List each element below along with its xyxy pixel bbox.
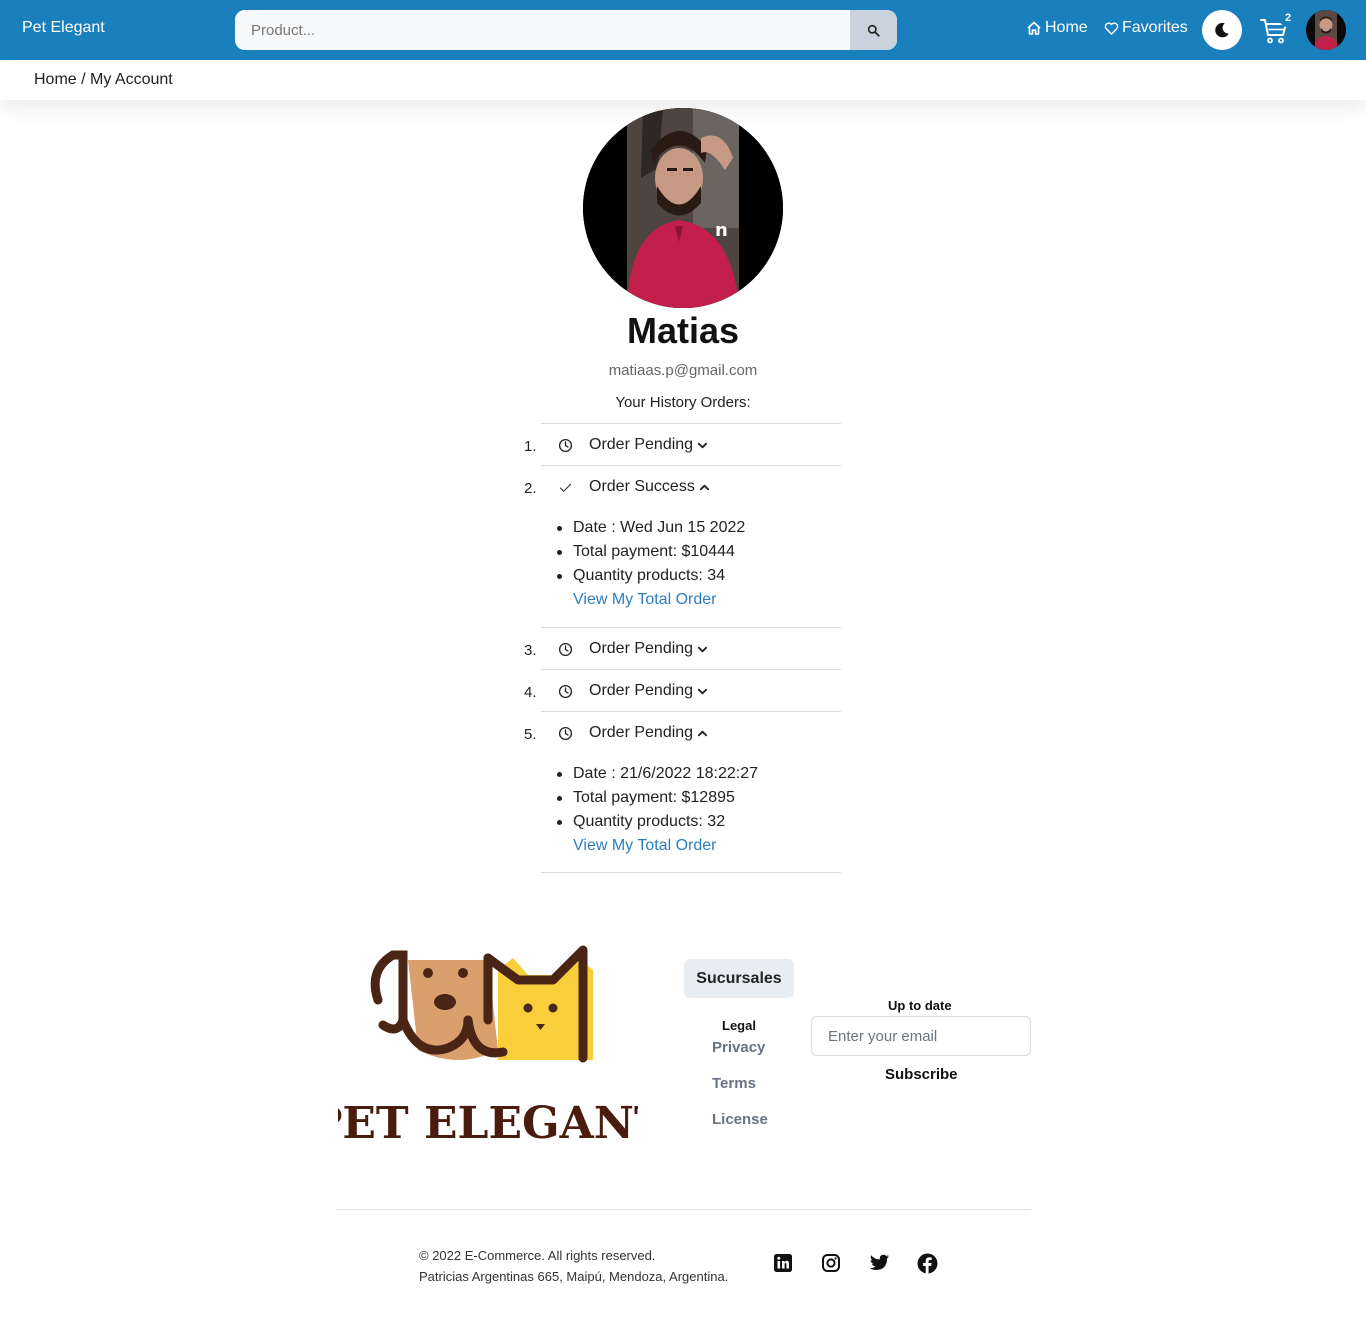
moon-icon <box>1215 22 1229 38</box>
linkedin-icon[interactable] <box>772 1252 794 1274</box>
nav-favorites-link[interactable]: Favorites <box>1104 19 1188 37</box>
search-bar <box>235 10 897 50</box>
order-item: 2. Order Success Date : Wed Jun 15 2022 … <box>524 465 841 627</box>
order-number: 2. <box>524 480 537 497</box>
heart-icon <box>1104 21 1119 35</box>
clock-icon <box>557 437 573 453</box>
order-quantity: Quantity products: 34 <box>557 564 745 588</box>
search-icon <box>867 24 880 37</box>
footer-divider <box>336 1209 1031 1210</box>
cart-button[interactable]: 2 <box>1259 9 1297 46</box>
license-link[interactable]: License <box>712 1111 768 1128</box>
order-details: Date : 21/6/2022 18:22:27 Total payment:… <box>557 762 758 858</box>
order-toggle[interactable]: Order Pending <box>557 435 708 455</box>
order-status: Order Pending <box>589 436 694 453</box>
view-order-link[interactable]: View My Total Order <box>573 591 716 608</box>
order-number: 1. <box>524 438 537 455</box>
history-orders-title: Your History Orders: <box>615 394 751 411</box>
order-item: 4. Order Pending <box>524 669 841 711</box>
twitter-icon[interactable] <box>868 1252 890 1274</box>
home-icon <box>1027 21 1041 35</box>
cart-count-badge: 2 <box>1279 9 1297 27</box>
order-status: Order Success <box>589 478 695 495</box>
order-status: Order Pending <box>589 682 694 699</box>
newsletter-email-input[interactable] <box>811 1016 1031 1056</box>
view-order-link[interactable]: View My Total Order <box>573 837 716 854</box>
legal-title: Legal <box>722 1018 756 1033</box>
breadcrumb-bar: Home / My Account <box>0 60 1366 100</box>
brand-link[interactable]: Pet Elegant <box>22 19 105 37</box>
terms-link[interactable]: Terms <box>712 1075 756 1092</box>
order-toggle[interactable]: Order Pending <box>557 723 708 743</box>
profile-photo: n <box>583 108 783 308</box>
order-number: 4. <box>524 684 537 701</box>
order-number: 3. <box>524 642 537 659</box>
order-date: Date : 21/6/2022 18:22:27 <box>557 762 758 786</box>
order-date: Date : Wed Jun 15 2022 <box>557 516 745 540</box>
user-avatar[interactable] <box>1306 10 1346 50</box>
chevron-up-icon <box>697 728 708 739</box>
clock-icon <box>557 725 573 741</box>
svg-text:n: n <box>715 220 728 241</box>
chevron-down-icon <box>697 686 708 697</box>
order-status: Order Pending <box>589 724 694 741</box>
nav-favorites-label: Favorites <box>1122 19 1188 36</box>
facebook-icon[interactable] <box>916 1252 938 1274</box>
order-item: 1. Order Pending <box>524 423 841 465</box>
chevron-up-icon <box>699 482 710 493</box>
breadcrumb: Home / My Account <box>34 71 173 88</box>
subscribe-button[interactable]: Subscribe <box>885 1066 958 1083</box>
check-icon <box>557 479 573 495</box>
address-text: Patricias Argentinas 665, Maipú, Mendoza… <box>419 1269 729 1284</box>
logo-text: PET ELEGANT <box>338 1098 638 1149</box>
clock-icon <box>557 683 573 699</box>
up-to-date-title: Up to date <box>888 998 952 1013</box>
order-total: Total payment: $12895 <box>557 786 758 810</box>
copyright-block: © 2022 E-Commerce. All rights reserved. … <box>419 1245 728 1287</box>
order-quantity: Quantity products: 32 <box>557 810 758 834</box>
navbar: Pet Elegant Home Favorites <box>0 0 1366 60</box>
nav-home-label: Home <box>1045 19 1088 36</box>
instagram-icon[interactable] <box>820 1252 842 1274</box>
pet-elegant-logo: PET ELEGANT <box>309 940 667 1150</box>
copyright-text: © 2022 E-Commerce. All rights reserved. <box>419 1248 656 1263</box>
privacy-link[interactable]: Privacy <box>712 1039 765 1056</box>
dark-mode-toggle[interactable] <box>1202 10 1242 50</box>
avatar-image <box>1306 10 1346 50</box>
order-status: Order Pending <box>589 640 694 657</box>
search-button[interactable] <box>850 10 897 50</box>
sucursales-button[interactable]: Sucursales <box>684 959 794 998</box>
order-number: 5. <box>524 726 537 743</box>
user-email: matiaas.p@gmail.com <box>608 362 758 379</box>
order-toggle[interactable]: Order Pending <box>557 681 708 701</box>
order-item: 5. Order Pending Date : 21/6/2022 18:22:… <box>524 711 841 873</box>
order-details: Date : Wed Jun 15 2022 Total payment: $1… <box>557 516 745 612</box>
chevron-down-icon <box>697 440 708 451</box>
order-item: 3. Order Pending <box>524 627 841 669</box>
search-input[interactable] <box>235 10 850 50</box>
clock-icon <box>557 641 573 657</box>
order-toggle[interactable]: Order Success <box>557 477 710 497</box>
nav-home-link[interactable]: Home <box>1026 19 1088 37</box>
order-toggle[interactable]: Order Pending <box>557 639 708 659</box>
user-name: Matias <box>626 310 740 351</box>
chevron-down-icon <box>697 644 708 655</box>
order-total: Total payment: $10444 <box>557 540 745 564</box>
